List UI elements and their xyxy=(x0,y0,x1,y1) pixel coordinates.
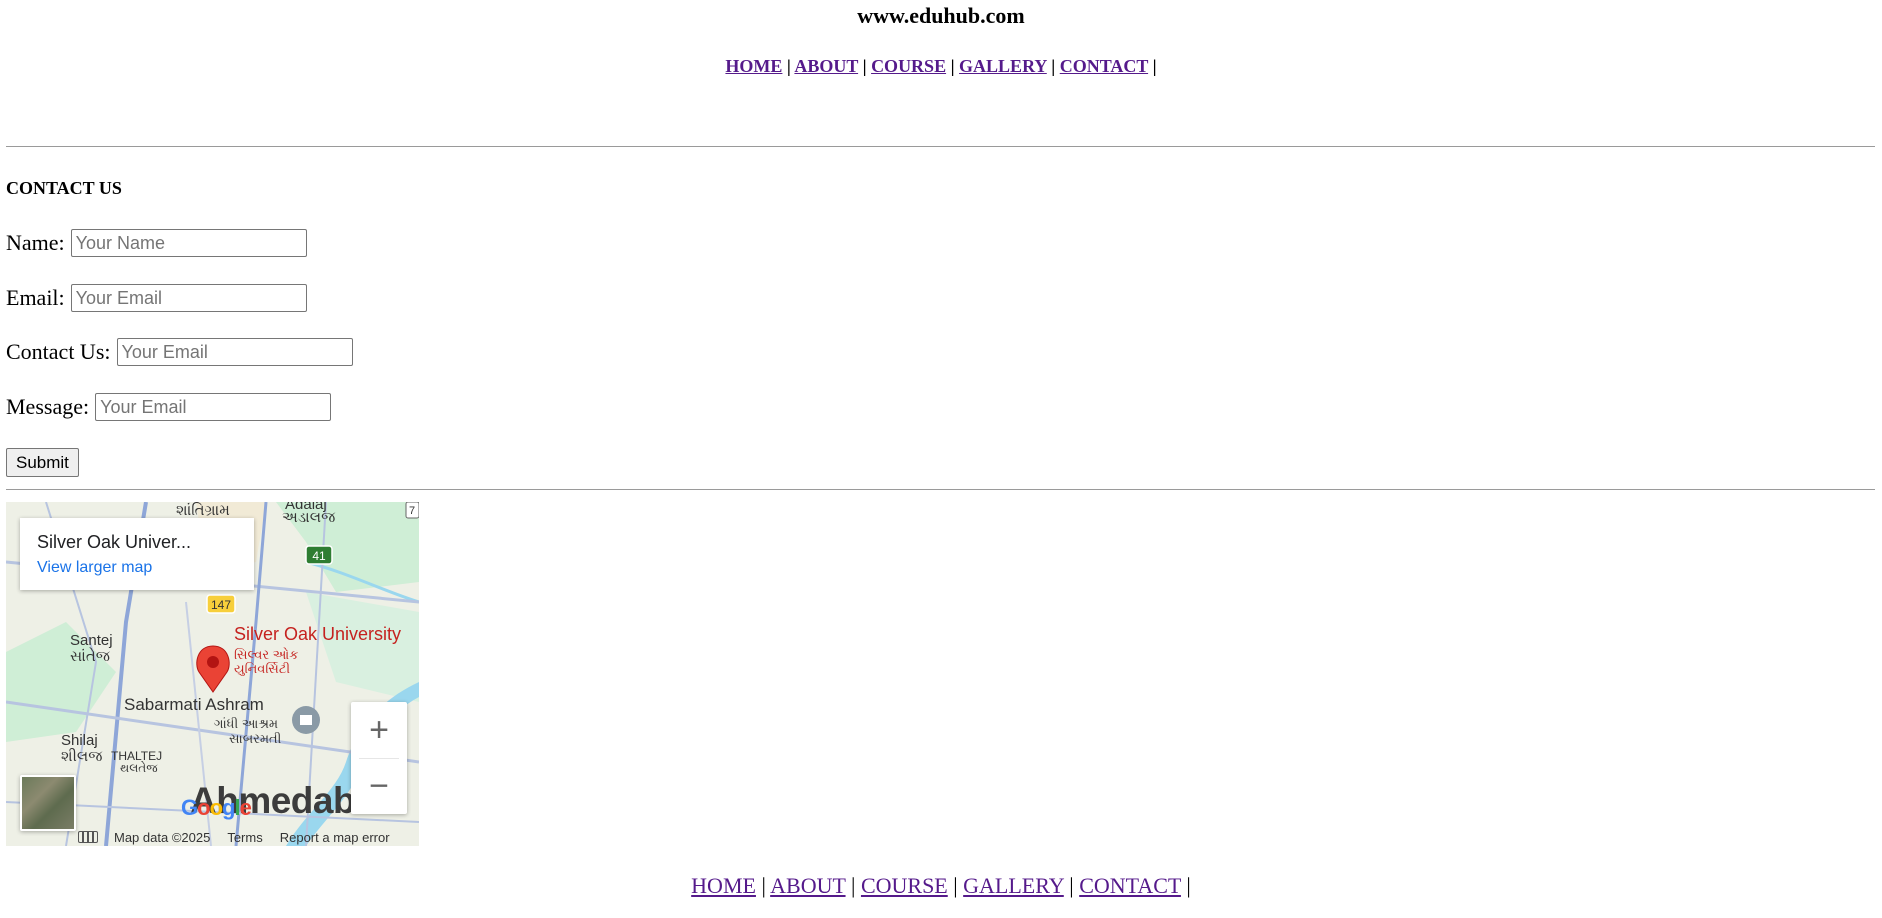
zoom-out-button[interactable]: − xyxy=(351,758,407,814)
submit-button[interactable]: Submit xyxy=(6,448,79,477)
footer-about-link[interactable]: ABOUT xyxy=(770,873,845,898)
map-label-sabarmati-local: સાબરમતી xyxy=(229,731,282,746)
zoom-in-button[interactable]: + xyxy=(351,702,407,758)
map-data-text: Map data ©2025 xyxy=(114,829,211,845)
message-label: Message: xyxy=(6,394,90,419)
place-card-title: Silver Oak Univer... xyxy=(37,532,192,552)
nav-about-link[interactable]: ABOUT xyxy=(794,56,858,76)
road-41-label: 41 xyxy=(312,549,326,563)
footer-home-link[interactable]: HOME xyxy=(691,873,756,898)
email-row: Email: xyxy=(6,284,307,312)
map-label-shilaj-local: શીલજ xyxy=(61,748,103,765)
nav-separator: | xyxy=(761,873,771,898)
footer-course-link[interactable]: COURSE xyxy=(861,873,948,898)
map-label-shilaj: Shilaj xyxy=(61,732,98,749)
terms-link[interactable]: Terms xyxy=(227,830,262,845)
bottom-nav: HOME | ABOUT | COURSE | GALLERY | CONTAC… xyxy=(0,873,1882,899)
report-map-error-link[interactable]: Report a map error xyxy=(280,830,390,845)
nav-contact-link[interactable]: CONTACT xyxy=(1060,56,1148,76)
nav-course-link[interactable]: COURSE xyxy=(871,56,946,76)
top-nav: HOME | ABOUT | COURSE | GALLERY | CONTAC… xyxy=(0,56,1882,77)
road-147-label: 147 xyxy=(211,598,231,612)
nav-separator: | xyxy=(1186,873,1191,898)
site-title: www.eduhub.com xyxy=(857,3,1025,28)
footer-contact-link[interactable]: CONTACT xyxy=(1079,873,1181,898)
map-label-adalaj-local: અડાલજ xyxy=(282,509,336,526)
map-label-santej-local: સાંતેજ xyxy=(70,648,110,665)
place-card: Silver Oak Univer... View larger map xyxy=(20,518,254,590)
name-label: Name: xyxy=(6,230,65,255)
road-7-label: 7 xyxy=(409,505,415,517)
nav-separator: | xyxy=(862,56,872,76)
google-logo: Google xyxy=(181,795,252,820)
satellite-toggle-button[interactable] xyxy=(20,775,76,831)
map-label-sabarmati-ashram: Sabarmati Ashram xyxy=(124,695,264,714)
nav-separator: | xyxy=(953,873,964,898)
map-footer: Map data ©2025 Terms Report a map error xyxy=(78,828,419,846)
nav-separator: | xyxy=(950,56,960,76)
zoom-control: + − xyxy=(351,702,407,814)
nav-gallery-link[interactable]: GALLERY xyxy=(959,56,1047,76)
name-input[interactable] xyxy=(70,229,307,257)
divider xyxy=(6,146,1875,147)
map-label-shantigram: શાંતિગ્રામ xyxy=(176,502,230,519)
nav-separator: | xyxy=(1051,56,1060,76)
nav-separator: | xyxy=(1069,873,1080,898)
message-row: Message: xyxy=(6,393,332,421)
contact-input[interactable] xyxy=(116,338,353,366)
marker-label-local: યુનિવર્સિટી xyxy=(234,661,291,676)
footer-gallery-link[interactable]: GALLERY xyxy=(963,873,1064,898)
embedded-map[interactable]: 41 147 7 શાંતિગ્રામ Adalaj અડાલજ Santej … xyxy=(6,502,419,846)
contact-label: Contact Us: xyxy=(6,339,111,364)
contact-heading: CONTACT US xyxy=(6,178,122,198)
marker-label[interactable]: Silver Oak University xyxy=(234,625,401,643)
keyboard-icon[interactable] xyxy=(78,831,98,843)
nav-separator: | xyxy=(851,873,861,898)
nav-home-link[interactable]: HOME xyxy=(725,56,782,76)
view-larger-map-link[interactable]: View larger map xyxy=(37,559,152,577)
map-label-thaltej-local: થલતેજ xyxy=(120,761,158,775)
name-row: Name: xyxy=(6,229,307,257)
nav-separator: | xyxy=(1152,56,1157,76)
message-input[interactable] xyxy=(95,393,332,421)
divider xyxy=(6,489,1875,490)
contact-row: Contact Us: xyxy=(6,338,353,366)
email-label: Email: xyxy=(6,285,65,310)
map-label-santej: Santej xyxy=(70,632,113,649)
email-input[interactable] xyxy=(70,284,307,312)
